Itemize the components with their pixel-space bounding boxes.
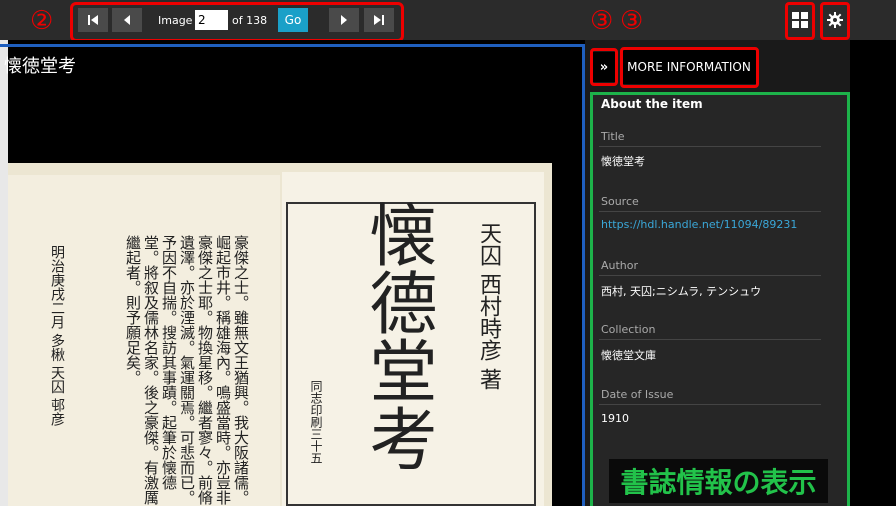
image-label: Image bbox=[158, 14, 193, 27]
divider bbox=[599, 339, 821, 340]
author-field-label: Author bbox=[601, 259, 639, 272]
image-number-input[interactable]: 2 bbox=[195, 10, 228, 30]
first-page-icon bbox=[88, 15, 98, 25]
settings-button-highlight bbox=[820, 2, 850, 40]
source-field-label: Source bbox=[601, 195, 639, 208]
date-field-value: 1910 bbox=[601, 412, 629, 425]
divider bbox=[599, 146, 821, 147]
annotation-number-3b: ③ bbox=[620, 6, 644, 36]
last-page-button[interactable] bbox=[364, 8, 394, 32]
collection-field-value: 懐徳堂文庫 bbox=[601, 349, 656, 362]
grid-button-highlight bbox=[785, 2, 815, 40]
last-page-icon bbox=[374, 15, 384, 25]
next-page-icon bbox=[341, 15, 347, 25]
title-field-value: 懐徳堂考 bbox=[601, 155, 645, 168]
author-field-value: 西村, 天囚;ニシムラ, テンシュウ bbox=[601, 285, 762, 298]
date-field-label: Date of Issue bbox=[601, 388, 674, 401]
right-gutter bbox=[850, 40, 896, 506]
annotation-number-2: ② bbox=[30, 6, 54, 36]
go-button[interactable]: Go bbox=[278, 8, 308, 32]
divider bbox=[599, 275, 821, 276]
expand-button-highlight bbox=[590, 48, 618, 86]
first-page-button[interactable] bbox=[78, 8, 108, 32]
collection-field-label: Collection bbox=[601, 323, 656, 336]
divider bbox=[599, 404, 821, 405]
bibliographic-info-banner: 書誌情報の表示 bbox=[609, 459, 828, 503]
source-link[interactable]: https://hdl.handle.net/11094/89231 bbox=[601, 218, 797, 231]
image-total-label: of 138 bbox=[232, 14, 268, 27]
more-info-highlight bbox=[620, 47, 759, 88]
next-page-button[interactable] bbox=[329, 8, 359, 32]
viewer-highlight bbox=[0, 44, 585, 506]
about-item-heading: About the item bbox=[601, 97, 703, 111]
prev-page-icon bbox=[124, 15, 130, 25]
prev-page-button[interactable] bbox=[112, 8, 142, 32]
title-field-label: Title bbox=[601, 130, 625, 143]
divider bbox=[599, 211, 821, 212]
annotation-number-3a: ③ bbox=[590, 6, 614, 36]
